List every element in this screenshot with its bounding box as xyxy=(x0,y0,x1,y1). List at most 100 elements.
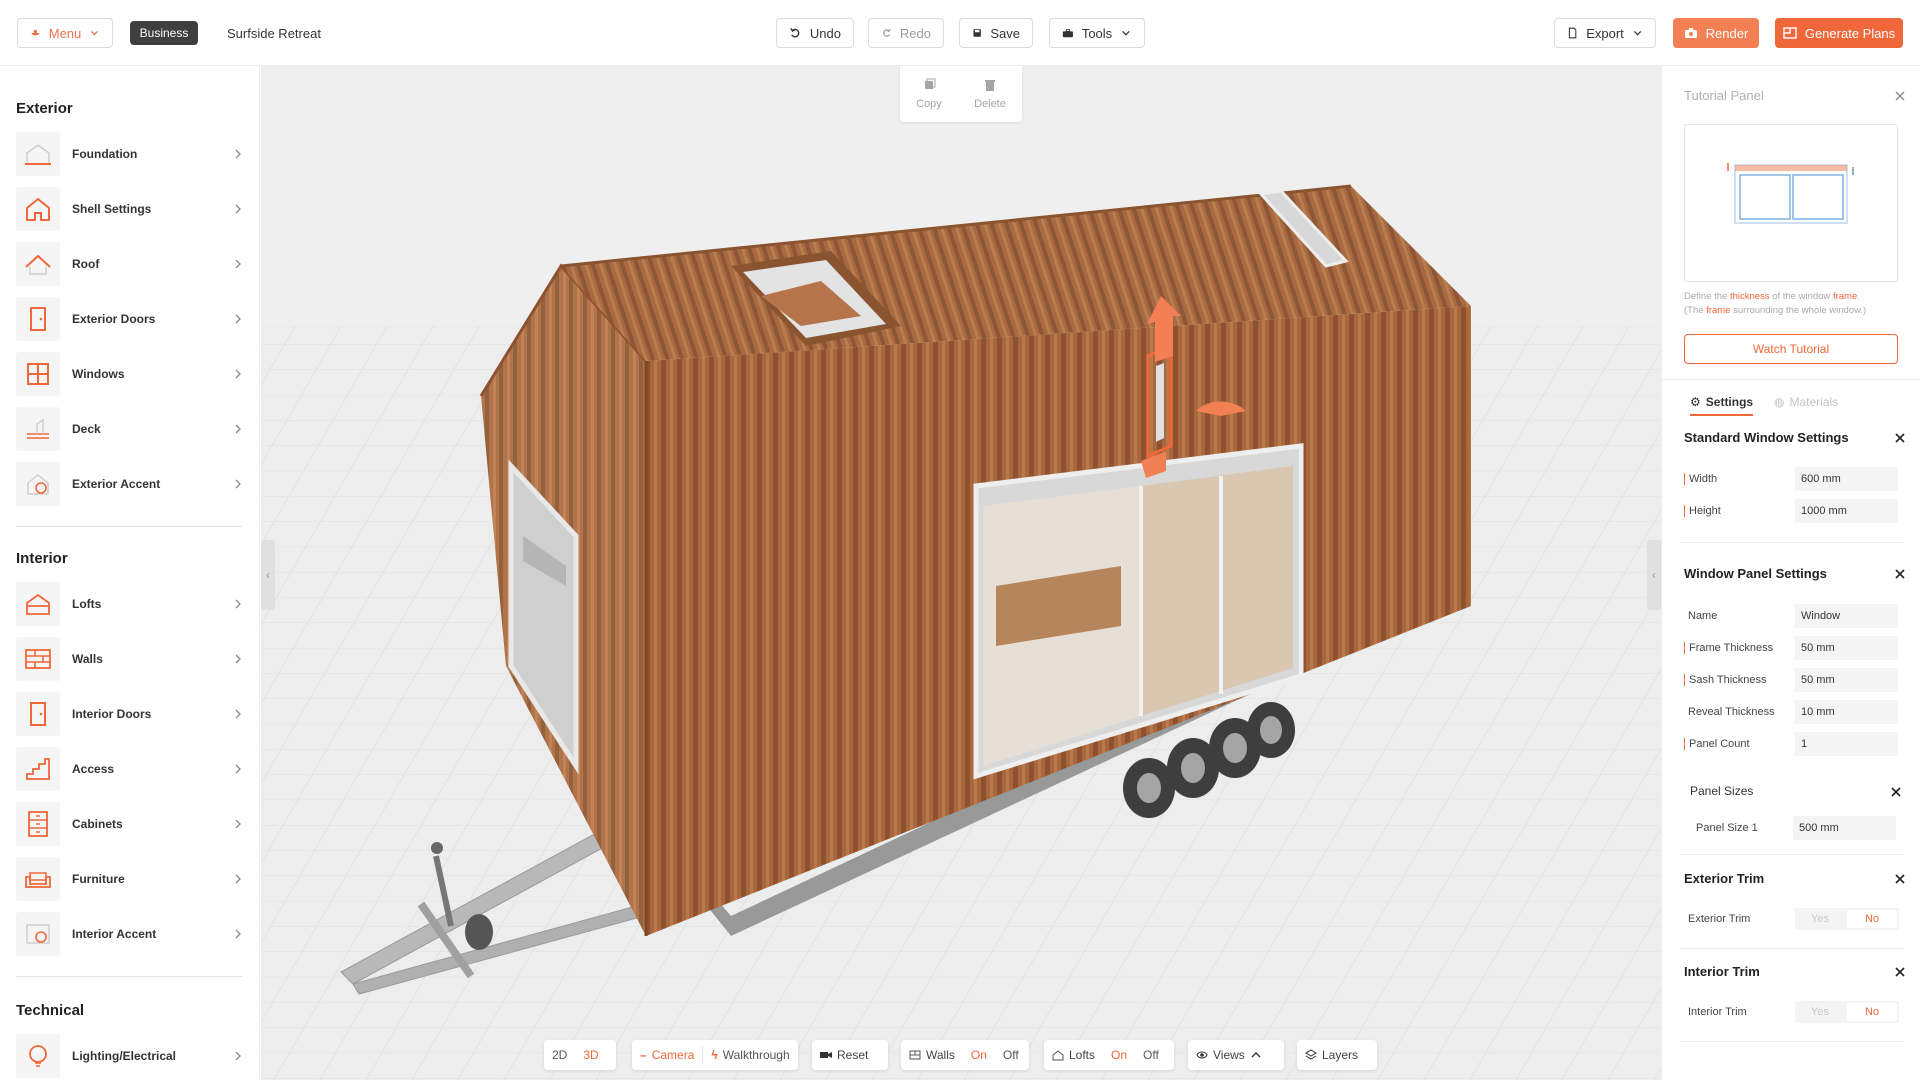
walls-on-button[interactable]: On xyxy=(963,1048,995,1062)
reveal-thickness-input[interactable]: 10 mm xyxy=(1795,700,1898,724)
window-frame-diagram xyxy=(1727,163,1854,224)
reset-button[interactable]: Reset xyxy=(812,1040,888,1070)
close-icon[interactable] xyxy=(1894,568,1906,580)
roof-icon xyxy=(16,242,60,286)
mode-2d-button[interactable]: 2D xyxy=(544,1048,575,1062)
sidebar-item-exterior-accent[interactable]: Exterior Accent xyxy=(16,460,244,508)
sidebar-item-windows[interactable]: Windows xyxy=(16,350,244,398)
width-input[interactable]: 600 mm xyxy=(1795,467,1898,491)
tab-settings[interactable]: ⚙ Settings xyxy=(1690,395,1754,416)
exterior-trim-yes[interactable]: Yes xyxy=(1795,908,1845,930)
cabinet-icon xyxy=(16,802,60,846)
menu-logo-icon xyxy=(31,29,40,36)
lofts-off-button[interactable]: Off xyxy=(1135,1048,1167,1062)
sidebar-item-label: Exterior Doors xyxy=(72,312,156,326)
panel-size-1-input[interactable]: 500 mm xyxy=(1793,816,1896,840)
tab-materials[interactable]: ◍ Materials xyxy=(1774,395,1838,409)
camera-mode-toggle[interactable]: – Camera ϟ Walkthrough xyxy=(632,1040,798,1070)
views-button[interactable]: Views xyxy=(1188,1040,1284,1070)
close-icon[interactable] xyxy=(1894,432,1906,444)
layers-button[interactable]: Layers xyxy=(1297,1040,1377,1070)
sash-thickness-input[interactable]: 50 mm xyxy=(1795,668,1898,692)
close-icon[interactable] xyxy=(1894,90,1906,102)
layers-label: Layers xyxy=(1322,1048,1359,1062)
exterior-trim-toggle[interactable]: Yes No xyxy=(1795,908,1899,930)
mode-3d-button[interactable]: 3D xyxy=(575,1048,606,1062)
sidebar-item-lofts[interactable]: Lofts xyxy=(16,580,244,628)
name-input[interactable]: Window xyxy=(1795,604,1898,628)
interior-trim-toggle[interactable]: Yes No xyxy=(1795,1001,1899,1023)
undo-button[interactable]: Undo xyxy=(776,18,854,48)
sidebar-item-roof[interactable]: Roof xyxy=(16,240,244,288)
sidebar-item-foundation[interactable]: Foundation xyxy=(16,130,244,178)
tutorial-text-part: surrounding the whole window.) xyxy=(1730,305,1867,316)
interior-trim-no[interactable]: No xyxy=(1847,1003,1897,1021)
loft-icon xyxy=(16,582,60,626)
sidebar-item-access[interactable]: Access xyxy=(16,745,244,793)
export-button[interactable]: Export xyxy=(1554,18,1656,48)
close-icon[interactable] xyxy=(1894,873,1906,885)
sidebar-item-exterior-doors[interactable]: Exterior Doors xyxy=(16,295,244,343)
technical-section-title: Technical xyxy=(16,1002,85,1019)
3d-viewport[interactable]: Copy Delete ‹ ‹ xyxy=(261,66,1661,1080)
close-icon[interactable] xyxy=(1894,966,1906,978)
frame-thickness-input[interactable]: 50 mm xyxy=(1795,636,1898,660)
redo-button[interactable]: Redo xyxy=(868,18,944,48)
close-icon[interactable] xyxy=(1890,786,1902,798)
sidebar-item-walls[interactable]: Walls xyxy=(16,635,244,683)
redo-icon xyxy=(883,28,891,37)
exterior-trim-no[interactable]: No xyxy=(1847,910,1897,928)
save-button[interactable]: Save xyxy=(959,18,1033,48)
collapse-left-handle[interactable]: ‹ xyxy=(261,540,275,610)
sidebar-item-cabinets[interactable]: Cabinets xyxy=(16,800,244,848)
gear-icon: ⚙ xyxy=(1690,395,1701,409)
chevron-up-icon xyxy=(1251,1052,1261,1058)
lofts-label: Lofts xyxy=(1069,1048,1096,1062)
view-mode-toggle[interactable]: 2D 3D xyxy=(544,1040,616,1070)
redo-label: Redo xyxy=(899,25,931,41)
tiny-house-3d-scene[interactable] xyxy=(261,66,1661,1080)
camera-button[interactable]: – Camera xyxy=(632,1048,702,1062)
divider xyxy=(1680,854,1904,855)
copy-label: Copy xyxy=(916,98,942,110)
lofts-toggle[interactable]: Lofts On Off xyxy=(1044,1040,1174,1070)
interior-trim-label: Interior Trim xyxy=(1688,1006,1747,1018)
interior-trim-yes[interactable]: Yes xyxy=(1795,1001,1845,1023)
sidebar-item-furniture[interactable]: Furniture xyxy=(16,855,244,903)
menu-button[interactable]: Menu xyxy=(17,18,113,48)
sidebar-item-label: Furniture xyxy=(72,872,125,886)
lofts-on-button[interactable]: On xyxy=(1103,1048,1135,1062)
sidebar-item-deck[interactable]: Deck xyxy=(16,405,244,453)
render-button[interactable]: Render xyxy=(1673,18,1759,48)
delete-label: Delete xyxy=(974,98,1006,110)
sidebar-item-lighting-electrical[interactable]: Lighting/Electrical xyxy=(16,1032,244,1080)
walls-off-button[interactable]: Off xyxy=(995,1048,1027,1062)
tutorial-keyword: thickness xyxy=(1729,291,1770,302)
sidebar-item-shell-settings[interactable]: Shell Settings xyxy=(16,185,244,233)
section-divider xyxy=(16,526,242,527)
chevron-right-icon xyxy=(235,929,241,939)
walls-icon xyxy=(909,1050,921,1060)
tutorial-text-part: of the window xyxy=(1769,291,1833,302)
walkthrough-button[interactable]: ϟ Walkthrough xyxy=(703,1048,797,1062)
copy-button[interactable]: Copy xyxy=(916,78,942,110)
business-badge[interactable]: Business xyxy=(130,21,198,45)
watch-tutorial-button[interactable]: Watch Tutorial xyxy=(1684,334,1898,364)
height-input[interactable]: 1000 mm xyxy=(1795,499,1898,523)
collapse-right-handle[interactable]: ‹ xyxy=(1647,540,1661,610)
panel-count-input[interactable]: 1 xyxy=(1795,732,1898,756)
divider xyxy=(1680,1041,1904,1042)
generate-plans-button[interactable]: Generate Plans xyxy=(1775,18,1903,48)
sidebar-item-interior-doors[interactable]: Interior Doors xyxy=(16,690,244,738)
tools-button[interactable]: Tools xyxy=(1049,18,1145,48)
toolbox-icon xyxy=(1062,29,1073,38)
walls-toggle[interactable]: Walls On Off xyxy=(901,1040,1029,1070)
tutorial-keyword: frame xyxy=(1832,291,1858,302)
tutorial-text-part: Define the xyxy=(1684,291,1730,302)
sidebar-item-interior-accent[interactable]: Interior Accent xyxy=(16,910,244,958)
palette-icon: ◍ xyxy=(1774,395,1785,409)
chevron-right-icon xyxy=(235,654,241,664)
exterior-trim-label: Exterior Trim xyxy=(1688,913,1751,925)
delete-button[interactable]: Delete xyxy=(974,78,1006,110)
save-icon xyxy=(973,29,981,37)
